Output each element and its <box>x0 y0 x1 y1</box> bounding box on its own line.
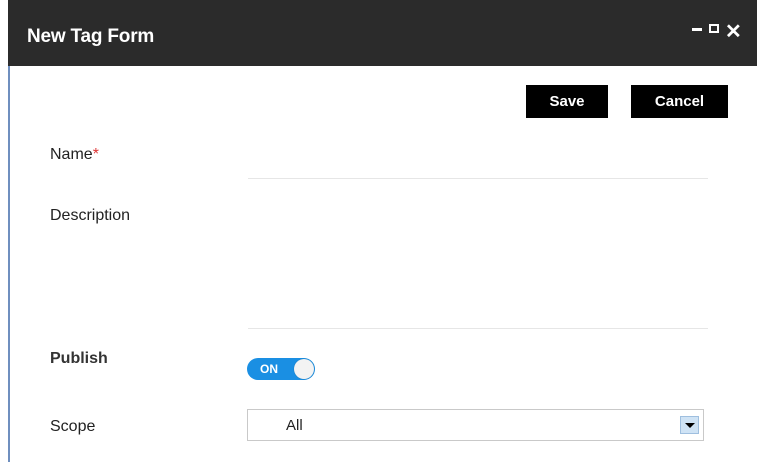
cancel-button[interactable]: Cancel <box>631 85 728 118</box>
chevron-down-icon[interactable] <box>680 416 699 434</box>
scope-select[interactable]: All <box>247 409 704 441</box>
toggle-state-text: ON <box>260 362 278 376</box>
minimize-icon[interactable] <box>692 28 702 31</box>
name-label: Name* <box>50 146 99 164</box>
toggle-knob <box>294 359 314 379</box>
maximize-icon[interactable] <box>709 24 719 33</box>
name-input[interactable] <box>248 152 708 179</box>
description-textarea[interactable] <box>248 208 708 329</box>
save-button[interactable]: Save <box>526 85 608 118</box>
close-icon[interactable]: ✕ <box>725 19 742 44</box>
dialog-left-border <box>8 66 10 462</box>
publish-label: Publish <box>50 350 108 367</box>
scope-selected-value: All <box>286 417 303 434</box>
window-title: New Tag Form <box>27 26 155 47</box>
name-label-text: Name <box>50 146 93 163</box>
publish-toggle[interactable]: ON <box>247 358 315 380</box>
window-titlebar: New Tag Form ✕ <box>8 0 757 66</box>
required-marker: * <box>92 146 99 163</box>
description-label: Description <box>50 207 131 224</box>
scope-label: Scope <box>50 418 96 435</box>
